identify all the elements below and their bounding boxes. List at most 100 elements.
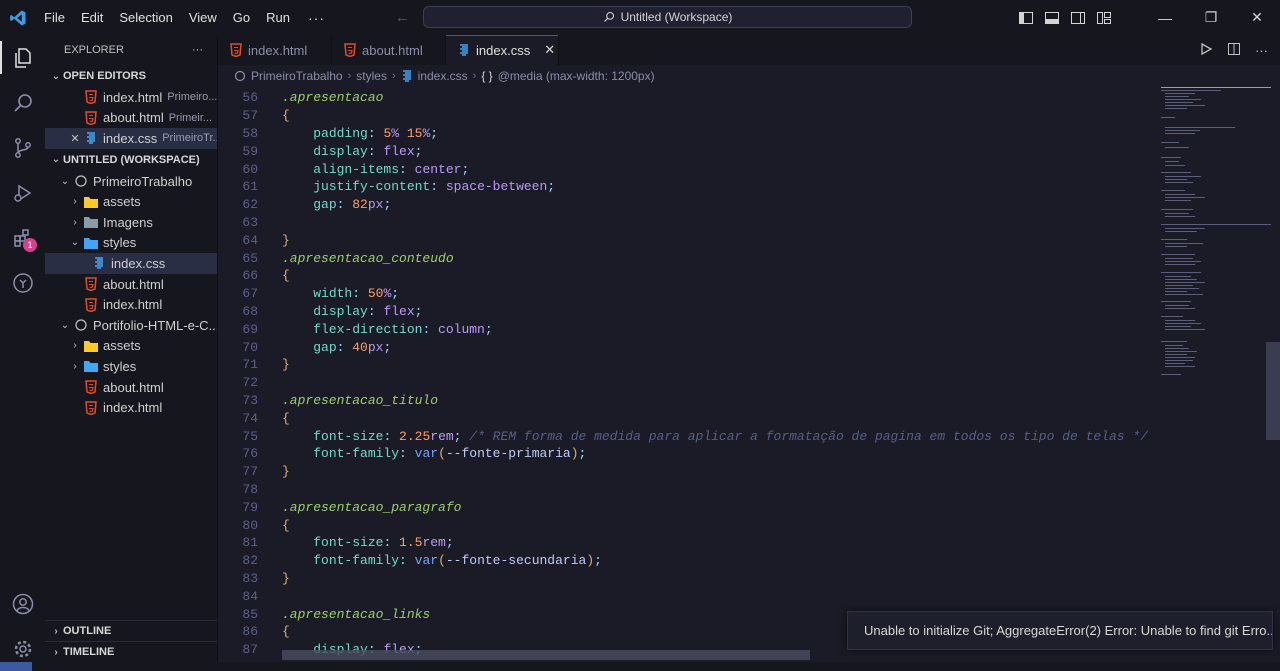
- file-about-html[interactable]: about.html: [45, 377, 217, 398]
- timeline-section[interactable]: › TIMELINE: [45, 641, 217, 662]
- breadcrumb-file[interactable]: index.css: [418, 69, 468, 83]
- tab-index-css[interactable]: index.css ✕: [446, 35, 559, 65]
- code-line: 72: [218, 374, 1153, 392]
- code-line: 66 {: [218, 267, 1153, 285]
- accounts-icon[interactable]: [0, 581, 45, 626]
- menu-edit[interactable]: Edit: [73, 10, 111, 25]
- chevron-down-icon: ⌄: [51, 154, 61, 166]
- file-index-html[interactable]: index.html: [45, 294, 217, 315]
- css-property: align-items: [313, 161, 400, 177]
- toggle-panel-icon[interactable]: [1044, 10, 1060, 26]
- explorer-more-button[interactable]: ···: [192, 44, 203, 56]
- menu-view[interactable]: View: [181, 10, 225, 25]
- source-control-activity-icon[interactable]: [0, 125, 45, 170]
- breadcrumb-project[interactable]: PrimeiroTrabalho: [251, 69, 343, 83]
- more-actions-button[interactable]: ···: [1255, 43, 1268, 58]
- close-tab-icon[interactable]: ✕: [544, 42, 555, 58]
- code-line: 67 width: 50%;: [218, 285, 1153, 303]
- open-editor-item[interactable]: index.html Primeiro...: [45, 87, 217, 108]
- minimize-button[interactable]: —: [1142, 0, 1188, 35]
- css-number: 40: [352, 339, 368, 355]
- line-number: 56: [242, 90, 258, 106]
- tab-about-html[interactable]: about.html: [332, 35, 446, 65]
- explorer-activity-icon[interactable]: [0, 35, 45, 80]
- vertical-scrollbar-thumb[interactable]: [1266, 342, 1280, 440]
- file-index-html[interactable]: index.html: [45, 397, 217, 418]
- toggle-primary-sidebar-icon[interactable]: [1018, 10, 1034, 26]
- code-line: 70 gap: 40px;: [218, 338, 1153, 356]
- css-number: 50: [367, 286, 384, 302]
- menu-more-button[interactable]: ···: [298, 10, 335, 26]
- back-arrow-icon[interactable]: ←: [395, 9, 410, 26]
- line-number: 70: [242, 339, 258, 355]
- file-name: about.html: [103, 110, 164, 126]
- outline-section[interactable]: › OUTLINE: [45, 620, 217, 641]
- folder-imagens[interactable]: › Imagens: [45, 212, 217, 233]
- menu-run[interactable]: Run: [258, 10, 298, 25]
- code-line: 75 font-size: 2.25rem; /* REM forma de m…: [218, 427, 1153, 445]
- tab-index-html[interactable]: index.html: [218, 35, 332, 65]
- horizontal-scrollbar[interactable]: [282, 650, 810, 660]
- code-line: 80 {: [218, 516, 1153, 534]
- run-file-icon[interactable]: [1199, 42, 1213, 59]
- run-debug-activity-icon[interactable]: [0, 170, 45, 215]
- line-number: 79: [242, 499, 258, 515]
- breadcrumb-symbol[interactable]: @media (max-width: 1200px): [498, 69, 655, 83]
- brace: {: [282, 108, 290, 124]
- search-activity-icon[interactable]: [0, 80, 45, 125]
- notification-message: Unable to initialize Git; AggregateError…: [864, 623, 1273, 638]
- css-value: flex: [383, 303, 415, 319]
- file-about-html[interactable]: about.html: [45, 274, 217, 295]
- extensions-activity-icon[interactable]: 1: [0, 215, 45, 260]
- html-file-icon: [83, 400, 99, 416]
- folder-assets[interactable]: › assets: [45, 336, 217, 357]
- images-folder-icon: [83, 214, 99, 230]
- open-editor-item[interactable]: about.html Primeir...: [45, 108, 217, 129]
- workspace-section[interactable]: ⌄ UNTITLED (WORKSPACE): [45, 149, 217, 171]
- extensions-badge: 1: [23, 238, 37, 252]
- menu-bar: File Edit Selection View Go Run ···: [36, 0, 335, 35]
- explorer-title: EXPLORER: [64, 44, 124, 56]
- css-file-icon: [91, 255, 107, 271]
- folder-primeirotrabalho[interactable]: ⌄ PrimeiroTrabalho: [45, 171, 217, 192]
- code-line: 63: [218, 214, 1153, 232]
- menu-go[interactable]: Go: [225, 10, 258, 25]
- css-value: column: [438, 321, 485, 337]
- command-center-search[interactable]: Untitled (Workspace): [423, 6, 912, 28]
- line-number: 58: [242, 125, 258, 141]
- file-index-css[interactable]: index.css: [45, 253, 217, 274]
- open-editor-item-active[interactable]: ✕ index.css PrimeiroTr...: [45, 128, 217, 149]
- error-notification[interactable]: Unable to initialize Git; AggregateError…: [847, 611, 1273, 650]
- folder-portifolio[interactable]: ⌄ Portifolio-HTML-e-C...: [45, 315, 217, 336]
- title-bar: File Edit Selection View Go Run ··· ← → …: [0, 0, 1280, 35]
- folder-styles[interactable]: › styles: [45, 356, 217, 377]
- chevron-right-icon: ›: [54, 625, 58, 637]
- line-number: 71: [242, 357, 258, 373]
- code-line: 76 font-family: var(--fonte-primaria);: [218, 445, 1153, 463]
- code-editor[interactable]: 56 .apresentacao 57{ 58 padding: 5% 15%; …: [218, 89, 1153, 664]
- line-number: 65: [242, 250, 258, 266]
- css-property: gap: [313, 339, 337, 355]
- remote-indicator[interactable]: [0, 662, 32, 671]
- line-number: 78: [242, 481, 258, 497]
- menu-selection[interactable]: Selection: [111, 10, 180, 25]
- breadcrumb-folder[interactable]: styles: [356, 69, 387, 83]
- menu-file[interactable]: File: [36, 10, 73, 25]
- close-editor-icon[interactable]: ✕: [67, 132, 83, 145]
- folder-styles[interactable]: ⌄ styles: [45, 233, 217, 254]
- toggle-secondary-sidebar-icon[interactable]: [1070, 10, 1086, 26]
- line-number: 84: [242, 588, 258, 604]
- folder-assets[interactable]: › assets: [45, 191, 217, 212]
- brace: {: [282, 624, 290, 640]
- minimap[interactable]: [1153, 87, 1280, 662]
- github-activity-icon[interactable]: [0, 260, 45, 305]
- line-number: 63: [242, 214, 258, 230]
- css-number: 2.25: [399, 428, 431, 444]
- brace: }: [282, 232, 290, 248]
- html-file-icon: [344, 43, 356, 57]
- close-window-button[interactable]: ✕: [1234, 0, 1280, 35]
- customize-layout-icon[interactable]: [1096, 10, 1112, 26]
- maximize-button[interactable]: ❐: [1188, 0, 1234, 35]
- open-editors-section[interactable]: ⌄ OPEN EDITORS: [45, 65, 217, 87]
- split-editor-icon[interactable]: [1227, 42, 1241, 59]
